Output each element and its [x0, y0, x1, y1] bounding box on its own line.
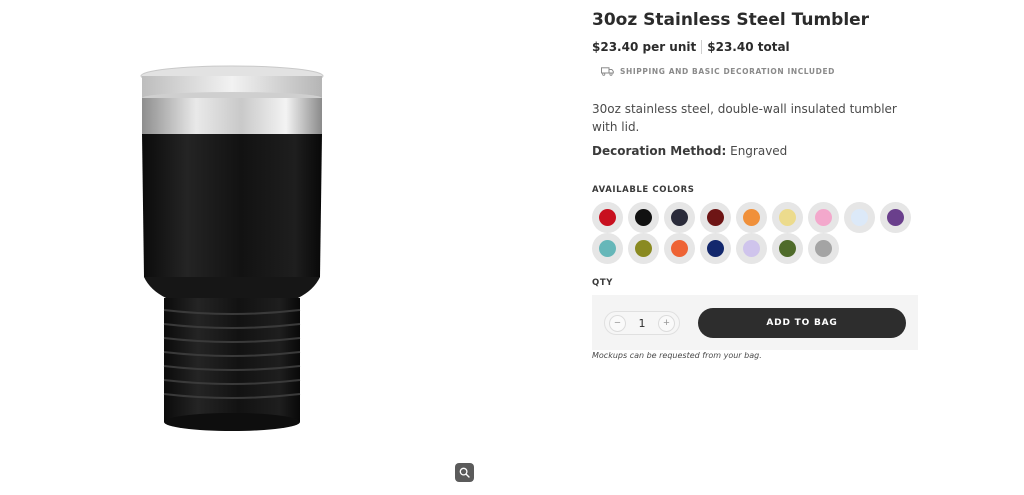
- add-to-bag-button[interactable]: ADD TO BAG: [698, 308, 906, 338]
- product-description: 30oz stainless steel, double-wall insula…: [592, 102, 897, 134]
- color-swatch-dot: [635, 240, 652, 257]
- zoom-button[interactable]: [455, 463, 474, 482]
- purchase-box: − + ADD TO BAG: [592, 295, 918, 350]
- color-swatch[interactable]: [592, 233, 623, 264]
- color-swatch-dot: [599, 240, 616, 257]
- quantity-input[interactable]: [629, 314, 655, 332]
- decoration-method-value: Engraved: [730, 144, 788, 158]
- price-line: $23.40 per unit $23.40 total: [592, 40, 790, 54]
- shipping-info: SHIPPING AND BASIC DECORATION INCLUDED: [601, 67, 835, 76]
- truck-icon: [601, 67, 614, 76]
- color-swatch[interactable]: [700, 233, 731, 264]
- color-swatch-dot: [851, 209, 868, 226]
- color-swatch-dot: [743, 240, 760, 257]
- color-swatch[interactable]: [700, 202, 731, 233]
- color-swatch[interactable]: [628, 233, 659, 264]
- shipping-note: SHIPPING AND BASIC DECORATION INCLUDED: [620, 67, 835, 76]
- color-swatch-dot: [707, 209, 724, 226]
- color-swatch-dot: [779, 209, 796, 226]
- color-swatch-dot: [815, 240, 832, 257]
- color-swatch[interactable]: [736, 202, 767, 233]
- increment-button[interactable]: +: [658, 314, 675, 332]
- color-swatch[interactable]: [808, 233, 839, 264]
- color-swatch[interactable]: [736, 233, 767, 264]
- color-swatch-dot: [779, 240, 796, 257]
- color-swatch-dot: [743, 209, 760, 226]
- qty-label: QTY: [592, 278, 613, 288]
- color-swatch[interactable]: [808, 202, 839, 233]
- magnifier-icon: [459, 467, 470, 478]
- decoration-method: Decoration Method: Engraved: [592, 144, 787, 158]
- tumbler-product-image: [140, 65, 324, 431]
- color-swatch-dot: [815, 209, 832, 226]
- color-swatch[interactable]: [664, 233, 695, 264]
- color-swatch-dot: [671, 209, 688, 226]
- color-swatch[interactable]: [844, 202, 875, 233]
- mockup-note: Mockups can be requested from your bag.: [592, 351, 762, 360]
- color-swatch-dot: [707, 240, 724, 257]
- color-swatch[interactable]: [664, 202, 695, 233]
- product-gallery: [0, 0, 560, 495]
- color-swatch-dot: [887, 209, 904, 226]
- color-swatch[interactable]: [772, 202, 803, 233]
- product-title: 30oz Stainless Steel Tumbler: [592, 10, 870, 30]
- color-swatch[interactable]: [592, 202, 623, 233]
- color-swatch-dot: [671, 240, 688, 257]
- price-total: $23.40 total: [707, 40, 790, 54]
- price-per-unit: $23.40 per unit: [592, 40, 697, 54]
- decoration-method-label: Decoration Method:: [592, 144, 727, 158]
- color-swatch-dot: [599, 209, 616, 226]
- decrement-button[interactable]: −: [609, 314, 626, 332]
- color-swatch-dot: [635, 209, 652, 226]
- available-colors-label: AVAILABLE COLORS: [592, 185, 695, 195]
- quantity-stepper: − +: [604, 311, 680, 335]
- price-divider: [701, 40, 703, 54]
- color-swatch[interactable]: [880, 202, 911, 233]
- color-swatch[interactable]: [772, 233, 803, 264]
- color-swatch[interactable]: [628, 202, 659, 233]
